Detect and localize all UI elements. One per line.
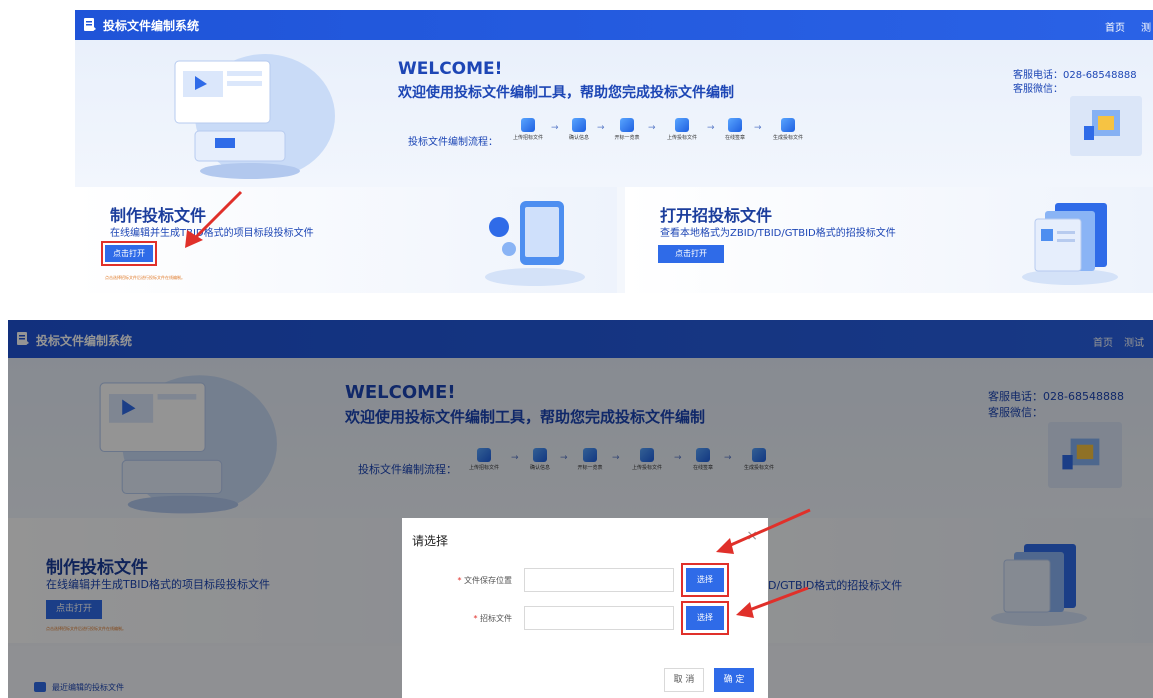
screenshot-panel-bottom: 投标文件编制系统 首页 测试 WELCOME! 欢迎使用投标文件编制工具，帮助您… — [8, 320, 1153, 698]
screenshot-panel-top: 投标文件编制系统 首页 测 WELCOME! 欢迎使用投标文件编制工具，帮助您完… — [75, 10, 1153, 293]
annotation-arrow — [185, 190, 243, 248]
annotation-arrows — [716, 508, 811, 618]
